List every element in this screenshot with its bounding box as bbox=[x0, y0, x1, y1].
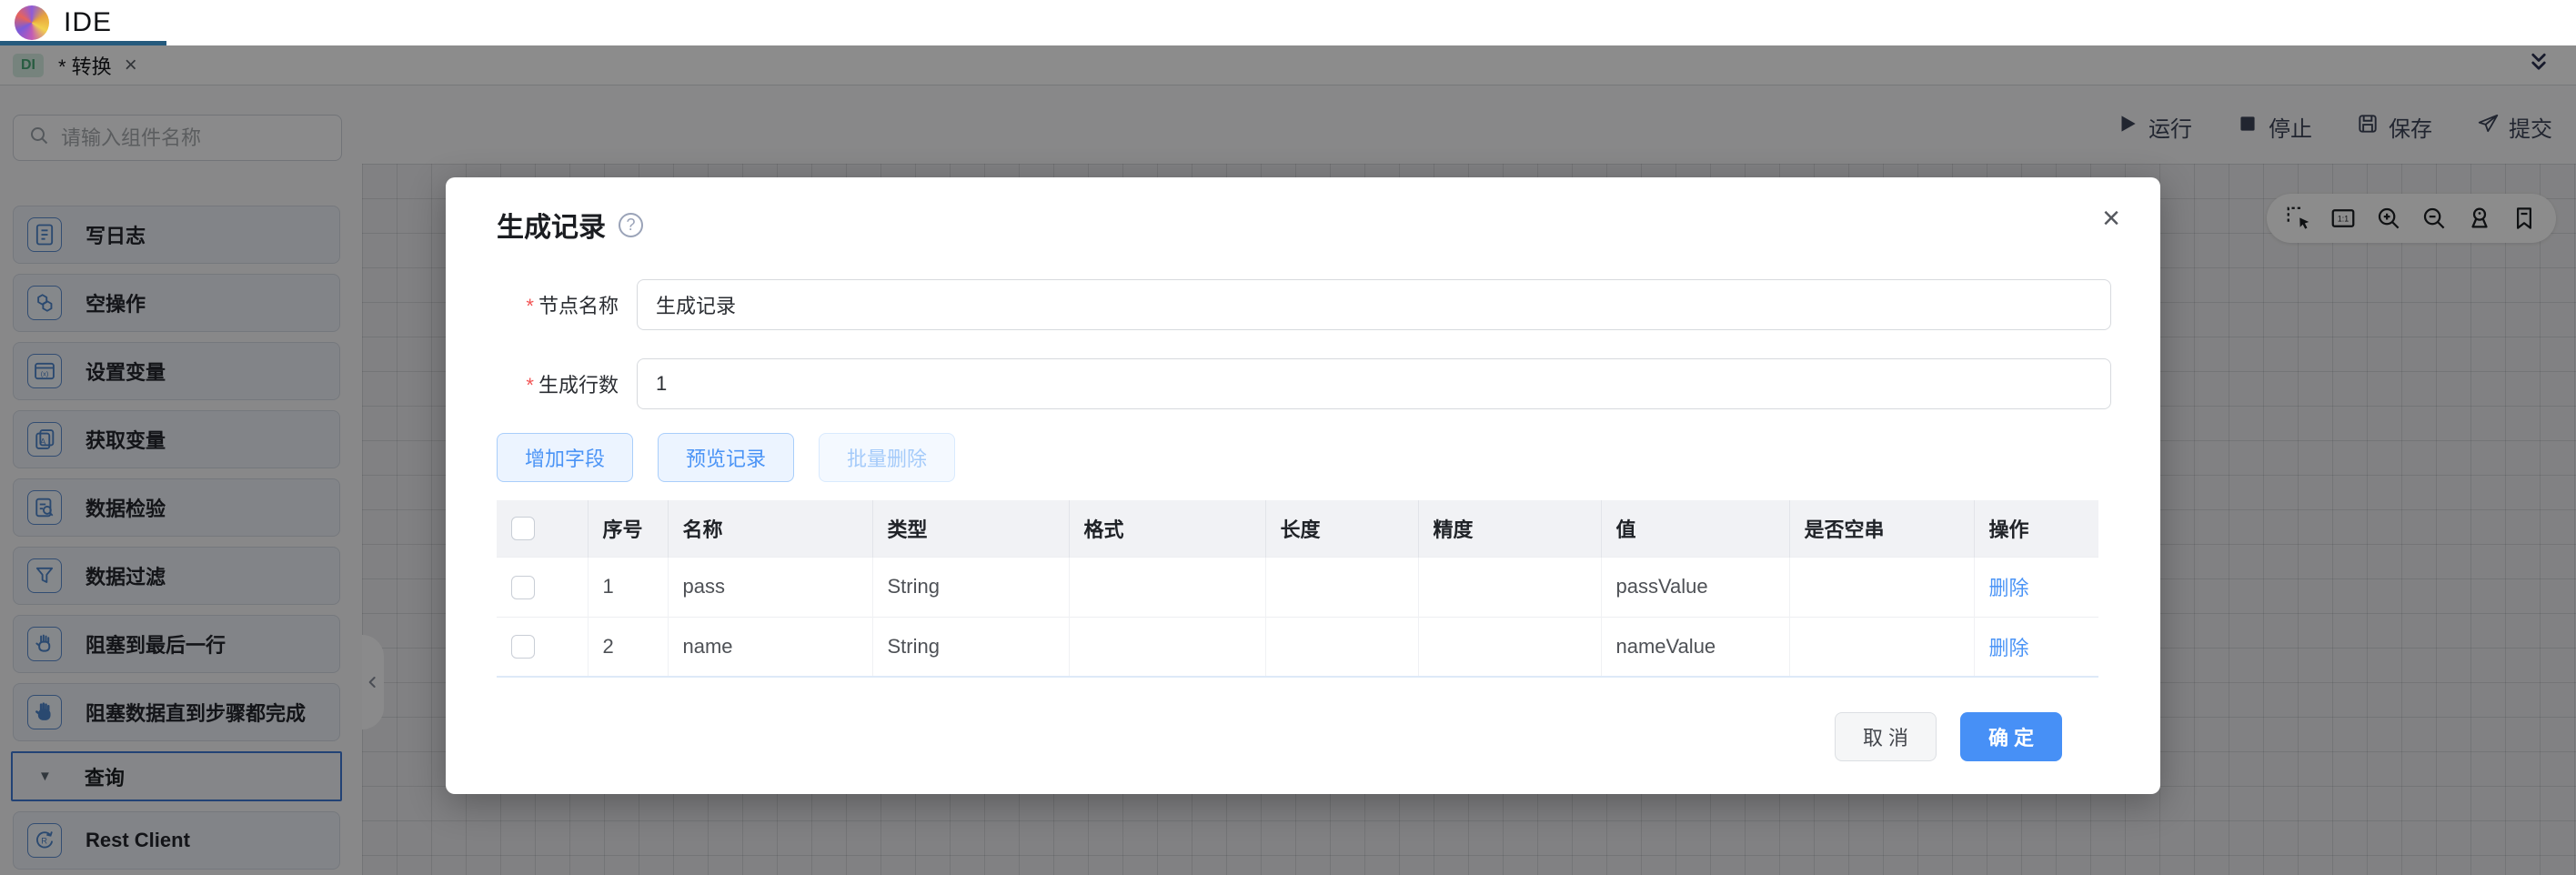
row-count-input[interactable] bbox=[637, 358, 2111, 409]
cell-value: passValue bbox=[1601, 557, 1789, 617]
add-field-button[interactable]: 增加字段 bbox=[497, 433, 633, 482]
row-count-label: *生成行数 bbox=[497, 369, 619, 398]
batch-delete-button[interactable]: 批量删除 bbox=[819, 433, 955, 482]
row-checkbox[interactable] bbox=[511, 576, 535, 599]
dialog-close-icon[interactable]: × bbox=[2102, 203, 2120, 234]
table-row: 2 name String nameValue 删除 bbox=[497, 617, 2098, 677]
col-precision: 精度 bbox=[1418, 500, 1601, 557]
ok-button[interactable]: 确 定 bbox=[1960, 712, 2062, 761]
required-asterisk: * bbox=[526, 374, 534, 397]
preview-records-button[interactable]: 预览记录 bbox=[658, 433, 794, 482]
delete-row-link[interactable]: 删除 bbox=[1989, 637, 2029, 659]
required-asterisk: * bbox=[526, 295, 534, 317]
cell-type: String bbox=[872, 557, 1069, 617]
col-length: 长度 bbox=[1265, 500, 1418, 557]
cell-name: pass bbox=[668, 557, 872, 617]
app-title: IDE bbox=[64, 7, 112, 38]
col-action: 操作 bbox=[1974, 500, 2098, 557]
cell-seq: 2 bbox=[588, 617, 668, 677]
cell-value: nameValue bbox=[1601, 617, 1789, 677]
dialog-title: 生成记录 bbox=[497, 205, 606, 245]
node-name-input[interactable] bbox=[637, 279, 2111, 330]
table-row: 1 pass String passValue 删除 bbox=[497, 557, 2098, 617]
cell-format bbox=[1069, 617, 1265, 677]
cell-empty-string bbox=[1789, 617, 1974, 677]
col-type: 类型 bbox=[872, 500, 1069, 557]
col-seq: 序号 bbox=[588, 500, 668, 557]
cell-format bbox=[1069, 557, 1265, 617]
cell-length bbox=[1265, 557, 1418, 617]
col-empty-string: 是否空串 bbox=[1789, 500, 1974, 557]
cancel-button[interactable]: 取 消 bbox=[1835, 712, 1937, 761]
cell-type: String bbox=[872, 617, 1069, 677]
app-logo-icon bbox=[15, 5, 49, 40]
help-circle-icon[interactable]: ? bbox=[619, 213, 643, 237]
col-value: 值 bbox=[1601, 500, 1789, 557]
node-name-label: *节点名称 bbox=[497, 290, 619, 319]
generate-records-dialog: 生成记录 ? × *节点名称 *生成行数 增加字段 预览记录 批量删除 序 bbox=[446, 177, 2160, 794]
cell-precision bbox=[1418, 557, 1601, 617]
fields-table: 序号 名称 类型 格式 长度 精度 值 是否空串 操作 1 pass Strin… bbox=[497, 500, 2098, 678]
delete-row-link[interactable]: 删除 bbox=[1989, 577, 2029, 599]
app-header: IDE bbox=[0, 0, 2576, 45]
cell-length bbox=[1265, 617, 1418, 677]
table-header-row: 序号 名称 类型 格式 长度 精度 值 是否空串 操作 bbox=[497, 500, 2098, 557]
cell-precision bbox=[1418, 617, 1601, 677]
select-all-checkbox[interactable] bbox=[511, 517, 535, 540]
col-format: 格式 bbox=[1069, 500, 1265, 557]
col-name: 名称 bbox=[668, 500, 872, 557]
cell-empty-string bbox=[1789, 557, 1974, 617]
row-checkbox[interactable] bbox=[511, 635, 535, 659]
cell-name: name bbox=[668, 617, 872, 677]
cell-seq: 1 bbox=[588, 557, 668, 617]
